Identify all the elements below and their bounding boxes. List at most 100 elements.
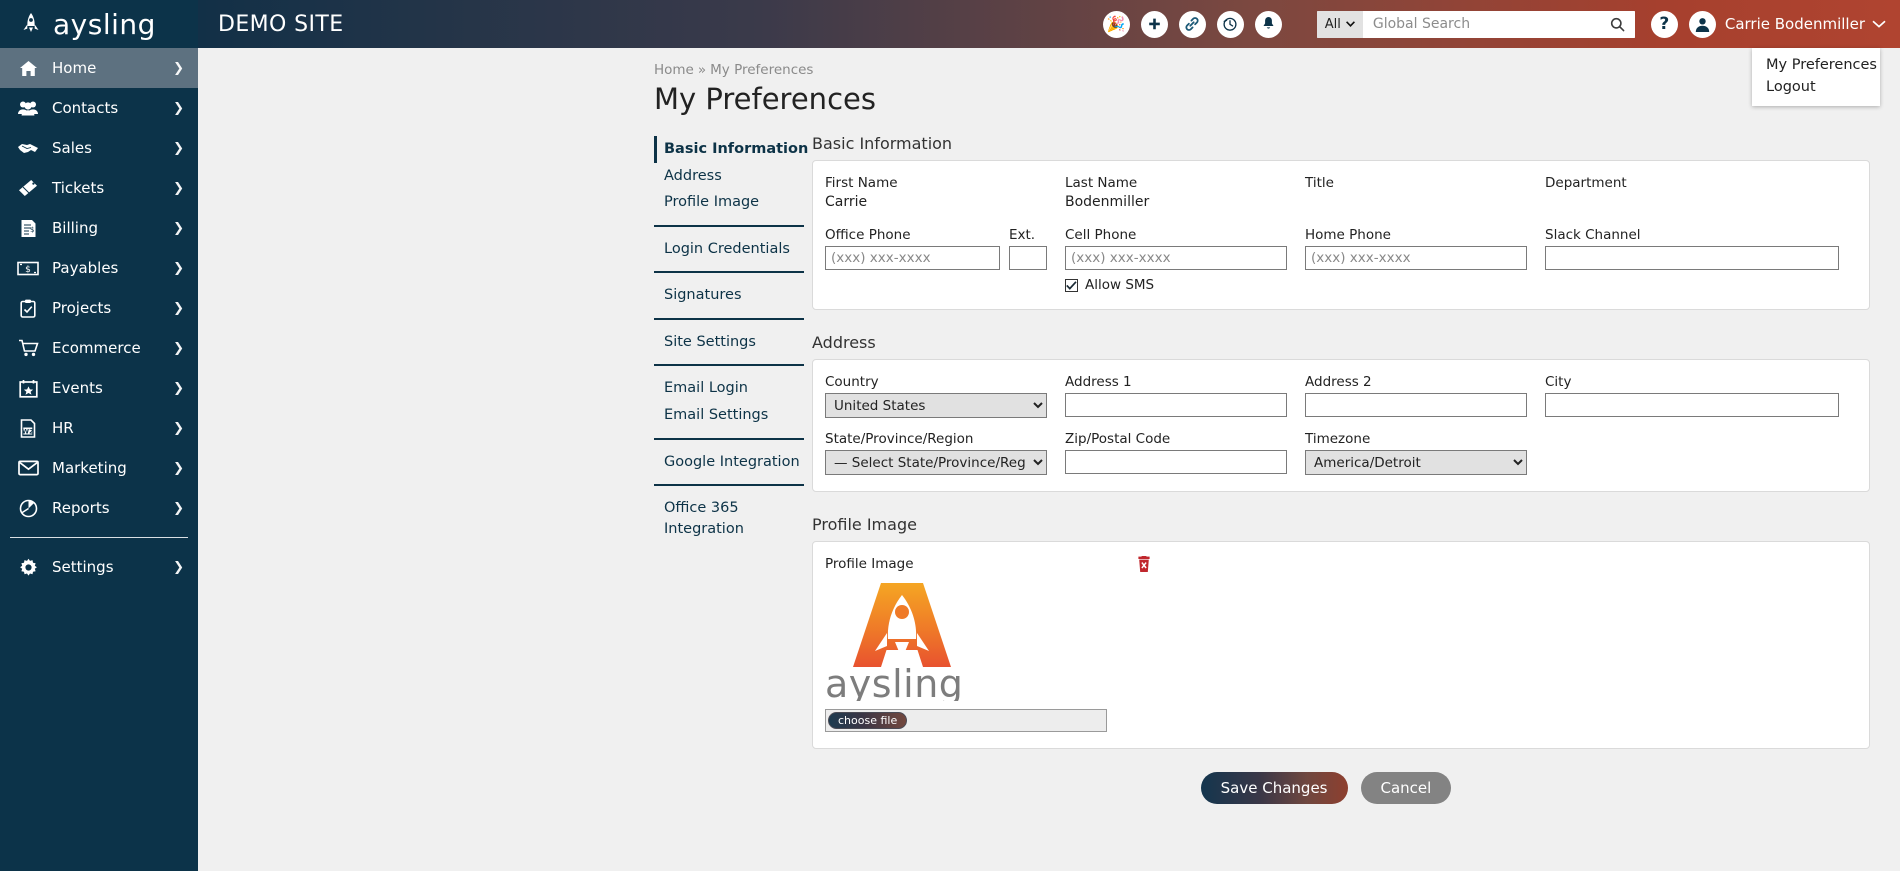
- subnav-item-office-365-integration[interactable]: Office 365 Integration: [654, 495, 812, 542]
- allow-sms-checkbox[interactable]: [1065, 278, 1078, 292]
- sidebar-label: Projects: [52, 298, 112, 317]
- subnav-divider: [654, 271, 804, 274]
- label-slack-channel: Slack Channel: [1545, 227, 1641, 243]
- sidebar-label: Marketing: [52, 458, 127, 477]
- search-scope-dropdown[interactable]: All: [1316, 10, 1363, 38]
- timezone-select[interactable]: America/Detroit: [1305, 450, 1527, 475]
- zip-input[interactable]: [1065, 450, 1287, 474]
- subnav-item-site-settings[interactable]: Site Settings: [654, 329, 812, 356]
- field-timezone: Timezone America/Detroit: [1305, 431, 1545, 475]
- label-last-name: Last Name: [1065, 175, 1138, 191]
- chevron-right-icon: ❯: [173, 180, 184, 196]
- sidebar-item-reports[interactable]: Reports ❯: [0, 488, 198, 528]
- help-icon[interactable]: ?: [1650, 10, 1678, 38]
- ticket-icon: [16, 178, 40, 198]
- sidebar-divider: [10, 537, 188, 538]
- chevron-right-icon: ❯: [173, 460, 184, 476]
- breadcrumb-current: My Preferences: [710, 62, 814, 78]
- address-1-input[interactable]: [1065, 393, 1287, 417]
- trash-delete-icon[interactable]: [1136, 556, 1152, 577]
- recent-history-icon[interactable]: [1216, 10, 1244, 38]
- cell-phone-input[interactable]: [1065, 246, 1287, 270]
- shopping-cart-icon: [16, 338, 40, 358]
- label-ext: Ext.: [1009, 227, 1036, 243]
- sidebar-item-marketing[interactable]: Marketing ❯: [0, 448, 198, 488]
- main-region: DEMO SITE 🎉 All Global Search ? Carrie B…: [198, 0, 1900, 871]
- address-2-input[interactable]: [1305, 393, 1527, 417]
- sidebar-label: Sales: [52, 138, 92, 157]
- brand-wordmark: aysling: [53, 7, 156, 41]
- handshake-icon: [16, 138, 40, 158]
- state-select[interactable]: — Select State/Province/Region —: [825, 450, 1047, 475]
- sidebar-label: Payables: [52, 258, 119, 277]
- ext-input[interactable]: [1009, 246, 1047, 270]
- page-body: Basic Information Address Profile Image …: [198, 134, 1900, 804]
- home-icon: [16, 58, 40, 78]
- sidebar-item-sales[interactable]: Sales ❯: [0, 128, 198, 168]
- sidebar-item-hr[interactable]: W2 HR ❯: [0, 408, 198, 448]
- chevron-right-icon: ❯: [173, 340, 184, 356]
- aysling-logo-image: aysling: [825, 583, 963, 706]
- topbar-actions: 🎉 All Global Search ? Carrie Bodenmiller: [1102, 10, 1900, 38]
- country-select[interactable]: United States: [825, 393, 1047, 418]
- field-last-name: Last Name Bodenmiller: [1065, 175, 1305, 214]
- office-phone-input[interactable]: [825, 246, 1000, 270]
- user-name[interactable]: Carrie Bodenmiller: [1725, 15, 1865, 33]
- label-first-name: First Name: [825, 175, 898, 191]
- avatar[interactable]: [1688, 10, 1716, 38]
- subnav-item-google-integration[interactable]: Google Integration: [654, 449, 812, 476]
- subnav-item-email-login[interactable]: Email Login: [654, 375, 812, 402]
- section-title-profile-image: Profile Image: [812, 515, 917, 534]
- menu-item-logout[interactable]: Logout: [1752, 76, 1880, 98]
- contacts-icon: [16, 98, 40, 118]
- chevron-down-icon[interactable]: [1872, 17, 1886, 32]
- allow-sms-row[interactable]: Allow SMS: [1065, 277, 1287, 293]
- top-bar: DEMO SITE 🎉 All Global Search ? Carrie B…: [198, 0, 1900, 106]
- save-changes-button[interactable]: Save Changes: [1200, 772, 1348, 804]
- city-input[interactable]: [1545, 393, 1839, 417]
- sidebar-item-events[interactable]: Events ❯: [0, 368, 198, 408]
- sidebar-label: HR: [52, 418, 74, 437]
- choose-file-button[interactable]: choose file: [828, 712, 908, 729]
- subnav-item-address[interactable]: Address: [654, 163, 812, 190]
- subnav-divider: [654, 437, 804, 440]
- search-input[interactable]: [1362, 10, 1601, 38]
- sidebar-label: Billing: [52, 218, 98, 237]
- pie-chart-icon: [16, 498, 40, 518]
- notifications-bell-icon[interactable]: [1254, 10, 1282, 38]
- brand[interactable]: aysling: [0, 0, 198, 48]
- cancel-button[interactable]: Cancel: [1360, 772, 1452, 804]
- chevron-right-icon: ❯: [173, 300, 184, 316]
- field-address-2: Address 2: [1305, 374, 1545, 418]
- breadcrumb-home[interactable]: Home: [654, 62, 694, 78]
- sidebar-item-home[interactable]: Home ❯: [0, 48, 198, 88]
- sidebar-item-billing[interactable]: $ Billing ❯: [0, 208, 198, 248]
- value-first-name: Carrie: [825, 194, 868, 210]
- sidebar-item-ecommerce[interactable]: Ecommerce ❯: [0, 328, 198, 368]
- label-title: Title: [1305, 175, 1334, 191]
- label-profile-image: Profile Image: [825, 556, 914, 572]
- link-icon[interactable]: [1178, 10, 1206, 38]
- field-city: City: [1545, 374, 1857, 418]
- subnav-item-signatures[interactable]: Signatures: [654, 282, 812, 309]
- sidebar-item-projects[interactable]: Projects ❯: [0, 288, 198, 328]
- subnav-item-email-settings[interactable]: Email Settings: [654, 402, 812, 429]
- subnav-item-basic-information[interactable]: Basic Information: [654, 136, 812, 163]
- menu-item-my-preferences[interactable]: My Preferences: [1752, 54, 1880, 76]
- sidebar-item-payables[interactable]: $ Payables ❯: [0, 248, 198, 288]
- home-phone-input[interactable]: [1305, 246, 1527, 270]
- field-state: State/Province/Region — Select State/Pro…: [825, 431, 1065, 475]
- sidebar-item-settings[interactable]: Settings ❯: [0, 547, 198, 587]
- subnav-item-login-credentials[interactable]: Login Credentials: [654, 236, 812, 263]
- slack-channel-input[interactable]: [1545, 246, 1839, 270]
- label-cell-phone: Cell Phone: [1065, 227, 1137, 243]
- file-upload-control[interactable]: choose file: [825, 709, 1107, 732]
- add-icon[interactable]: [1140, 10, 1168, 38]
- forms-column: Basic Information First Name Carrie Last…: [812, 134, 1870, 804]
- celebrate-icon[interactable]: 🎉: [1102, 10, 1130, 38]
- content-area: Home» My Preferences My Preferences Basic…: [198, 48, 1900, 871]
- search-icon[interactable]: [1600, 10, 1635, 38]
- sidebar-item-contacts[interactable]: Contacts ❯: [0, 88, 198, 128]
- subnav-item-profile-image[interactable]: Profile Image: [654, 189, 812, 216]
- sidebar-item-tickets[interactable]: Tickets ❯: [0, 168, 198, 208]
